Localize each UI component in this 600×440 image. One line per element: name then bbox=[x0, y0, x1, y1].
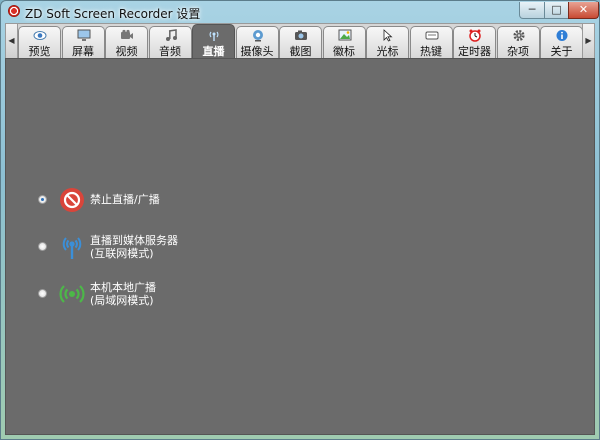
tab-1[interactable]: 屏幕 bbox=[61, 26, 105, 58]
tab-label: 音频 bbox=[159, 45, 181, 58]
local-broadcast-icon bbox=[59, 281, 85, 307]
tab-11[interactable]: 杂项 bbox=[496, 26, 540, 58]
tab-label: 热键 bbox=[420, 45, 442, 58]
tab-8[interactable]: 光标 bbox=[366, 26, 409, 58]
option-label: 禁止直播/广播 bbox=[90, 193, 160, 206]
tab-label: 屏幕 bbox=[72, 45, 94, 58]
logo-image-icon bbox=[338, 29, 352, 42]
tab-0[interactable]: 预览 bbox=[18, 26, 61, 58]
tab-7[interactable]: 徽标 bbox=[322, 26, 366, 58]
option-label-line1: 直播到媒体服务器 bbox=[90, 234, 178, 247]
tab-10[interactable]: 定时器 bbox=[453, 26, 496, 58]
tab-label: 直播 bbox=[202, 45, 225, 58]
tab-label: 徽标 bbox=[333, 45, 355, 58]
tab-4[interactable]: 直播 bbox=[192, 24, 235, 58]
info-icon bbox=[555, 29, 569, 42]
cursor-icon bbox=[381, 29, 395, 42]
media-server-icon bbox=[59, 234, 85, 260]
tab-label: 摄像头 bbox=[240, 45, 274, 58]
option-label-line1: 本机本地广播 bbox=[90, 281, 156, 294]
tab-12[interactable]: 关于 bbox=[540, 26, 583, 58]
live-icon bbox=[207, 29, 221, 42]
tab-strip: ◀ 预览 屏幕 视频 音频 直播 摄像头 截图 徽标 光标 热键 定时器 杂项 关于 ▶ bbox=[5, 23, 595, 59]
option-label: 直播到媒体服务器 (互联网模式) bbox=[90, 234, 178, 260]
misc-gear-icon bbox=[512, 29, 526, 42]
no-broadcast-icon bbox=[59, 187, 85, 213]
preview-icon bbox=[33, 29, 47, 42]
screen-icon bbox=[77, 29, 91, 42]
camera-icon bbox=[294, 29, 308, 42]
hotkey-icon bbox=[425, 29, 439, 42]
option-label-line2: (互联网模式) bbox=[90, 247, 154, 260]
window-title: ZD Soft Screen Recorder 设置 bbox=[25, 7, 201, 21]
tab-label: 截图 bbox=[289, 45, 312, 58]
option-label-line2: (局域网模式) bbox=[90, 294, 154, 307]
tab-6[interactable]: 截图 bbox=[279, 26, 322, 58]
tab-label: 视频 bbox=[115, 45, 138, 58]
minimize-button[interactable]: ─ bbox=[519, 2, 545, 19]
option-label: 本机本地广播 (局域网模式) bbox=[90, 281, 156, 307]
audio-icon bbox=[164, 29, 178, 42]
tab-9[interactable]: 热键 bbox=[409, 26, 453, 58]
tab-5[interactable]: 摄像头 bbox=[235, 26, 279, 58]
live-settings-panel: 禁止直播/广播直播到媒体服务器 (互联网模式) 本机本地广播 (局域网模式) bbox=[5, 58, 595, 435]
tab-scroll-right-button[interactable]: ▶ bbox=[582, 24, 594, 58]
video-icon bbox=[120, 29, 134, 42]
timer-icon bbox=[468, 29, 482, 42]
option-label-line1: 禁止直播/广播 bbox=[90, 193, 160, 206]
maximize-button[interactable]: □ bbox=[544, 2, 569, 19]
tab-label: 杂项 bbox=[507, 45, 529, 58]
tab-label: 定时器 bbox=[458, 45, 491, 58]
radio-button[interactable] bbox=[38, 242, 47, 251]
radio-button[interactable] bbox=[38, 195, 47, 204]
tab-3[interactable]: 音频 bbox=[148, 26, 192, 58]
title-bar[interactable]: ZD Soft Screen Recorder 设置 ─ □ ✕ bbox=[1, 1, 599, 23]
app-record-icon bbox=[8, 5, 20, 17]
webcam-icon bbox=[251, 29, 265, 42]
tab-label: 光标 bbox=[376, 45, 399, 58]
tab-2[interactable]: 视频 bbox=[105, 26, 148, 58]
close-button[interactable]: ✕ bbox=[568, 2, 599, 19]
tab-label: 预览 bbox=[28, 45, 51, 58]
tab-scroll-left-button[interactable]: ◀ bbox=[6, 24, 18, 58]
settings-window: ZD Soft Screen Recorder 设置 ─ □ ✕ ◀ 预览 屏幕 视… bbox=[0, 0, 600, 440]
radio-button[interactable] bbox=[38, 289, 47, 298]
tab-label: 关于 bbox=[550, 45, 573, 58]
